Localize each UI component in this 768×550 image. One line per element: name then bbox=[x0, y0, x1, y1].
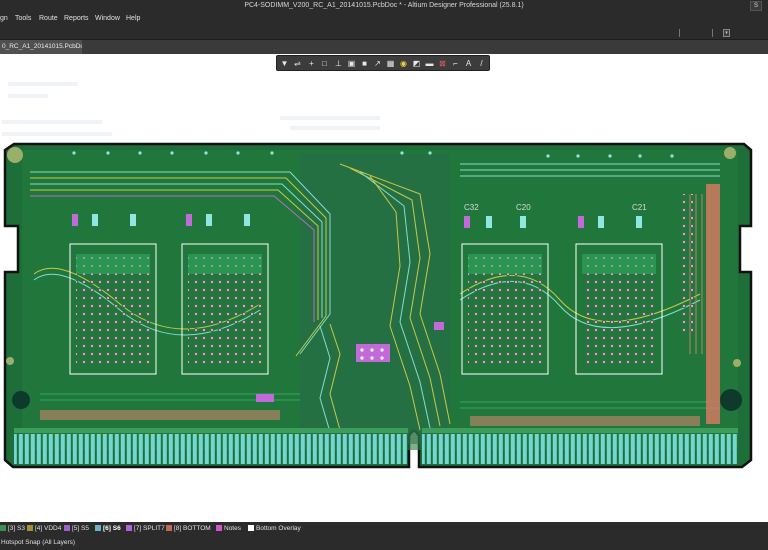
layer-tab-bottom-overlay[interactable]: Bottom Overlay bbox=[248, 522, 301, 536]
polygon-pour-icon[interactable]: ▦ bbox=[386, 59, 395, 68]
title-bar: PC4-SODIMM_V200_RC_A1_20141015.PcbDoc * … bbox=[0, 0, 768, 12]
panel-toggle-icon[interactable]: ▾ bbox=[723, 29, 730, 37]
document-tab-bar: 0_RC_A1_20141015.PcbDoc * bbox=[0, 40, 768, 54]
pcb-board-view: C32 C20 C21 bbox=[2, 82, 753, 469]
layer-tab-s5[interactable]: [5] S5 bbox=[64, 522, 89, 536]
align-icon[interactable]: ⊥ bbox=[334, 59, 343, 68]
toolbar-separator bbox=[712, 29, 713, 37]
menu-help[interactable]: Help bbox=[126, 12, 140, 26]
menu-route[interactable]: Route bbox=[39, 12, 58, 26]
layer-tab-notes[interactable]: Notes bbox=[216, 522, 241, 536]
layer-color-swatch bbox=[27, 524, 33, 531]
layer-tab-s6[interactable]: [6] S6 bbox=[95, 522, 121, 536]
menu-reports[interactable]: Reports bbox=[64, 12, 89, 26]
layer-tab-s3[interactable]: [3] S3 bbox=[0, 522, 25, 536]
text-icon[interactable]: A bbox=[464, 59, 473, 68]
interactive-route-icon[interactable]: ⇌ bbox=[293, 59, 302, 68]
designator-c32: C32 bbox=[464, 203, 479, 212]
designator-c21: C21 bbox=[632, 203, 647, 212]
search-icon[interactable]: S bbox=[750, 1, 762, 11]
bulb-highlight-icon[interactable]: ◉ bbox=[399, 59, 408, 68]
menu-design[interactable]: gn bbox=[0, 12, 8, 26]
keepout-icon[interactable]: ⊠ bbox=[438, 59, 447, 68]
layer-color-swatch bbox=[126, 524, 132, 531]
document-tab[interactable]: 0_RC_A1_20141015.PcbDoc * bbox=[0, 40, 82, 54]
toolbar-strip: ▾ bbox=[0, 26, 768, 40]
menu-window[interactable]: Window bbox=[95, 12, 120, 26]
layer-color-swatch bbox=[166, 524, 172, 531]
edge-fingers-right bbox=[422, 434, 738, 464]
select-rectangle-icon[interactable]: □ bbox=[320, 59, 329, 68]
status-text: Hotspot Snap (All Layers) bbox=[1, 539, 76, 546]
layer-tab-split7[interactable]: [7] SPLIT7 bbox=[126, 522, 165, 536]
layer-color-swatch bbox=[248, 524, 254, 531]
dimension-icon[interactable]: ⌐ bbox=[451, 59, 460, 68]
line-icon[interactable]: ↗ bbox=[373, 59, 382, 68]
filter-icon[interactable]: ▼ bbox=[280, 59, 289, 68]
fill-icon[interactable]: ■ bbox=[360, 59, 369, 68]
edge-fingers-left bbox=[14, 434, 408, 464]
layer-color-swatch bbox=[216, 524, 222, 531]
toolbar-separator bbox=[679, 29, 680, 37]
place-pad-icon[interactable]: ▣ bbox=[347, 59, 356, 68]
layer-color-swatch bbox=[0, 524, 6, 531]
menu-tools[interactable]: Tools bbox=[15, 12, 31, 26]
layer-tabs: [3] S3 [4] VDD4 [5] S5 [6] S6 [7] SPLIT7… bbox=[0, 522, 768, 536]
status-bar: Hotspot Snap (All Layers) bbox=[0, 536, 768, 550]
place-component-icon[interactable]: + bbox=[307, 59, 316, 68]
layer-tab-vdd4[interactable]: [4] VDD4 bbox=[27, 522, 61, 536]
designator-c20: C20 bbox=[516, 203, 531, 212]
region-icon[interactable]: ▬ bbox=[425, 59, 434, 68]
window-title: PC4-SODIMM_V200_RC_A1_20141015.PcbDoc * … bbox=[244, 2, 524, 9]
measure-icon[interactable]: ◩ bbox=[412, 59, 421, 68]
layer-tab-bottom[interactable]: [8] BOTTOM bbox=[166, 522, 211, 536]
layer-color-swatch bbox=[95, 524, 101, 531]
pcb-canvas[interactable]: C32 C20 C21 bbox=[0, 54, 768, 522]
menu-bar: gn Tools Route Reports Window Help bbox=[0, 12, 768, 26]
active-bar: ▼ ⇌ + □ ⊥ ▣ ■ ↗ ▦ ◉ ◩ ▬ ⊠ ⌐ A / bbox=[276, 55, 490, 71]
layer-color-swatch bbox=[64, 524, 70, 531]
arc-icon[interactable]: / bbox=[477, 59, 486, 68]
